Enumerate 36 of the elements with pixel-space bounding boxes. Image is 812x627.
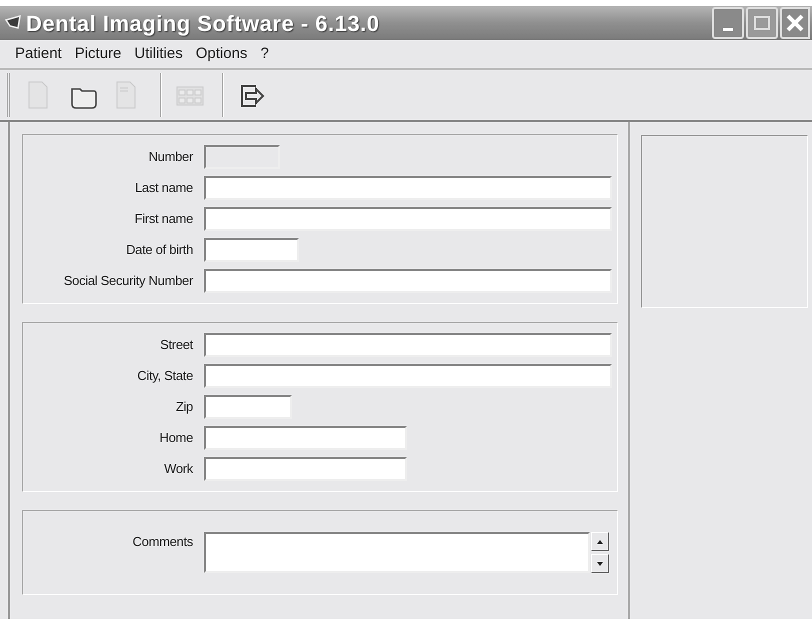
text-field[interactable]: [204, 395, 292, 419]
menu-item[interactable]: ?: [260, 42, 269, 66]
field-label: Last name: [134, 179, 193, 198]
menu-item[interactable]: Patient: [15, 42, 62, 66]
minimize-button[interactable]: [712, 7, 744, 39]
text-field[interactable]: [204, 457, 407, 481]
text-field[interactable]: [204, 238, 299, 262]
scroll-down-button[interactable]: [591, 554, 609, 573]
field-label: Zip: [174, 398, 193, 416]
up-triangle-icon: [595, 538, 605, 546]
close-button[interactable]: [780, 7, 810, 39]
text-field[interactable]: [204, 426, 407, 450]
comments-field[interactable]: [204, 532, 590, 573]
field-label: First name: [134, 210, 193, 228]
field-label: City, State: [136, 367, 193, 386]
down-triangle-icon: [595, 560, 605, 568]
field-label: Home: [158, 429, 193, 448]
field-label: Number: [148, 148, 193, 166]
app-icon: [4, 14, 24, 32]
scroll-up-button[interactable]: [591, 532, 609, 551]
text-field[interactable]: [204, 333, 612, 357]
text-field[interactable]: [204, 364, 612, 388]
text-field[interactable]: [204, 176, 612, 200]
field-label: Comments: [132, 533, 193, 551]
field-label: Social Security Number: [62, 272, 193, 290]
field-label: Date of birth: [125, 241, 193, 260]
menu-item[interactable]: Utilities: [134, 42, 183, 66]
field-label: Street: [159, 336, 193, 354]
menu-item[interactable]: Options: [196, 42, 248, 66]
menu-item[interactable]: Picture: [74, 42, 122, 66]
close-icon: [785, 13, 805, 33]
text-field[interactable]: [204, 207, 612, 231]
maximize-button[interactable]: [746, 7, 778, 39]
window-title: Dental Imaging Software - 6.13.0: [26, 10, 380, 38]
field-label: Work: [163, 460, 193, 478]
text-field[interactable]: [204, 269, 612, 293]
